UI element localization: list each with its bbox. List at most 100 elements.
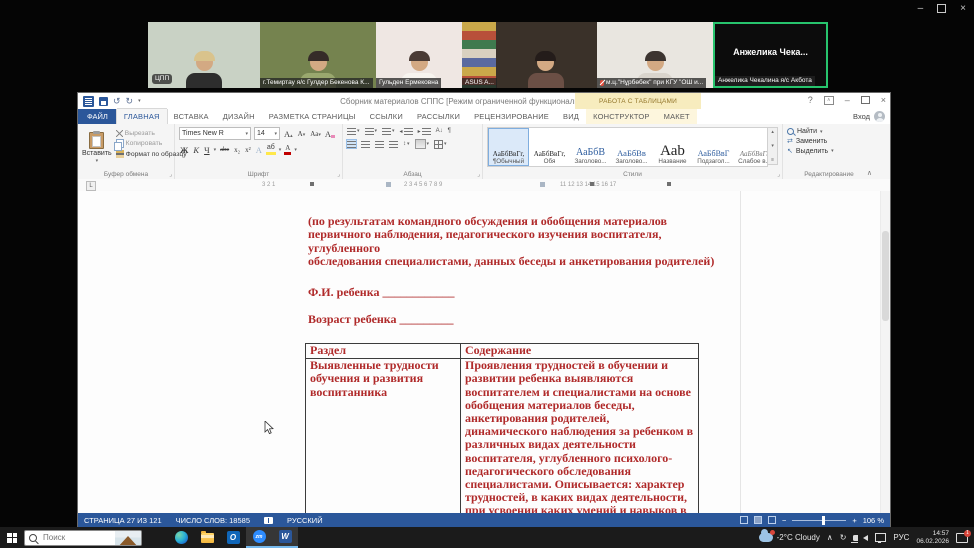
zoom-out-button[interactable]: − (782, 516, 786, 525)
multilevel-list-button[interactable]: ▾ (382, 127, 395, 135)
zoom-in-button[interactable]: + (852, 516, 856, 525)
increase-indent-button[interactable]: ▸ (418, 127, 431, 135)
highlight-dropdown[interactable]: ▾ (279, 147, 282, 153)
indent-marker[interactable] (386, 182, 391, 187)
text-effects-button[interactable]: А (255, 145, 263, 155)
bullets-button[interactable]: ▾ (347, 127, 360, 135)
participant-video[interactable]: ЦПП (148, 22, 260, 88)
vertical-scrollbar[interactable] (880, 191, 890, 513)
strikethrough-button[interactable]: abc (219, 146, 230, 153)
collapse-ribbon-button[interactable]: ∧ (867, 169, 872, 177)
word-count[interactable]: ЧИСЛО СЛОВ: 18585 (176, 516, 250, 525)
indent-marker[interactable] (540, 182, 545, 187)
grow-font-button[interactable]: А▴ (283, 129, 294, 139)
qat-customize-dropdown[interactable]: ▾ (138, 98, 141, 104)
taskbar-search[interactable] (24, 530, 142, 546)
shading-button[interactable]: ▾ (415, 139, 430, 149)
meeting-close-button[interactable]: × (960, 3, 966, 14)
zoom-taskbar-button[interactable]: zm (246, 527, 272, 548)
change-case-button[interactable]: Аа▾ (309, 130, 322, 138)
tab-file[interactable]: ФАЙЛ (78, 109, 117, 124)
replace-button[interactable]: ⇄ Заменить (787, 137, 871, 145)
tab-view[interactable]: ВИД (556, 109, 586, 124)
show-paragraph-marks-button[interactable]: ¶ (448, 128, 451, 134)
tab-mailings[interactable]: РАССЫЛКИ (410, 109, 467, 124)
italic-button[interactable]: К (192, 145, 200, 155)
paragraph-dialog-launcher[interactable]: ⌟ (477, 171, 480, 178)
numbering-button[interactable]: ▾ (365, 127, 378, 135)
word-close-button[interactable]: × (881, 95, 886, 105)
style-subtle-emphasis[interactable]: АаБбВвГг Слабое в... (734, 128, 768, 166)
word-minimize-button[interactable]: – (845, 95, 850, 105)
proofing-icon[interactable] (264, 517, 273, 524)
document-canvas[interactable]: (по результатам командного обсуждения и … (78, 191, 890, 513)
tab-table-design[interactable]: КОНСТРУКТОР (586, 109, 657, 124)
page-indicator[interactable]: СТРАНИЦА 27 ИЗ 121 (84, 516, 162, 525)
ribbon-display-options-button[interactable]: ∧ (824, 96, 834, 105)
tab-table-layout[interactable]: МАКЕТ (657, 109, 697, 124)
participant-video-active-speaker[interactable]: Анжелика Чека... Анжелика Чекалина я/с А… (713, 22, 828, 88)
tab-review[interactable]: РЕЦЕНЗИРОВАНИЕ (467, 109, 556, 124)
style-normal[interactable]: АаБбВвГг, ¶Обычный (488, 128, 529, 166)
save-button[interactable] (99, 97, 108, 106)
volume-tray-icon[interactable] (863, 535, 868, 541)
participant-video[interactable]: Гульден Ермековна (376, 22, 462, 88)
zoom-level[interactable]: 106 % (863, 516, 884, 525)
sync-tray-icon[interactable]: ↻ (840, 533, 847, 542)
select-button[interactable]: ↖ Выделить▾ (787, 147, 871, 155)
font-family-combo[interactable]: Times New R▾ (179, 127, 251, 140)
align-center-button[interactable] (361, 140, 370, 148)
font-color-dropdown[interactable]: ▾ (294, 147, 297, 153)
meeting-minimize-button[interactable]: – (918, 3, 924, 14)
clock[interactable]: 14:57 06.02.2026 (916, 530, 949, 545)
paste-button[interactable]: Вставить ▾ (82, 127, 112, 168)
sign-in[interactable]: Вход (853, 109, 890, 124)
tab-insert[interactable]: ВСТАВКА (167, 109, 216, 124)
start-button[interactable] (0, 527, 24, 548)
align-left-button[interactable] (347, 140, 356, 148)
sort-button[interactable]: А↓ (436, 128, 443, 134)
word-taskbar-button[interactable]: W (272, 527, 298, 548)
zoom-slider-thumb[interactable] (822, 516, 825, 525)
tab-selector[interactable]: L (86, 181, 96, 191)
tab-stop-marker[interactable] (590, 182, 594, 186)
borders-button[interactable]: ▾ (434, 140, 447, 149)
style-subtitle[interactable]: АаБбВвГ Подзагол... (693, 128, 734, 166)
edge-taskbar-button[interactable] (168, 527, 194, 548)
font-color-button[interactable]: А (284, 144, 291, 155)
find-button[interactable]: Найти▾ (787, 128, 871, 135)
undo-button[interactable]: ↺ (113, 97, 121, 106)
subscript-button[interactable]: x₂ (233, 146, 241, 154)
line-spacing-button[interactable]: ↕▾ (403, 141, 410, 147)
style-item[interactable]: АаБбВвГг, Обя (529, 128, 570, 166)
tab-home[interactable]: ГЛАВНАЯ (117, 109, 167, 124)
superscript-button[interactable]: x² (244, 146, 252, 154)
decrease-indent-button[interactable]: ◂ (400, 127, 413, 135)
outlook-taskbar-button[interactable]: O (220, 527, 246, 548)
web-layout-button[interactable] (768, 516, 776, 524)
justify-button[interactable] (389, 140, 398, 148)
participant-video[interactable]: г.Темиртау я/с Гулдер Бекенова К... (260, 22, 376, 88)
tab-references[interactable]: ССЫЛКИ (363, 109, 410, 124)
shrink-font-button[interactable]: А▾ (297, 130, 307, 138)
font-size-combo[interactable]: 14▾ (254, 127, 280, 140)
read-mode-button[interactable] (740, 516, 748, 524)
network-tray-icon[interactable] (875, 533, 886, 542)
styles-gallery-scroller[interactable]: ▴▾≡ (768, 127, 778, 165)
search-highlight-image[interactable] (115, 531, 141, 545)
word-restore-button[interactable] (861, 96, 870, 104)
file-explorer-taskbar-button[interactable] (194, 527, 220, 548)
underline-button[interactable]: Ч (203, 145, 211, 155)
tab-stop-marker[interactable] (667, 182, 671, 186)
meeting-maximize-button[interactable] (937, 4, 946, 13)
align-right-button[interactable] (375, 140, 384, 148)
style-title[interactable]: Ааb Название (652, 128, 693, 166)
tray-overflow-chevron[interactable]: ∧ (827, 533, 833, 542)
tab-design[interactable]: ДИЗАЙН (216, 109, 262, 124)
search-input[interactable] (41, 532, 103, 543)
zoom-slider[interactable] (792, 520, 846, 521)
style-heading1[interactable]: АаБбВ Заголово... (570, 128, 611, 166)
clipboard-dialog-launcher[interactable]: ⌟ (169, 171, 172, 178)
action-center-icon[interactable]: 1 (956, 533, 968, 543)
underline-dropdown[interactable]: ▾ (214, 147, 217, 153)
